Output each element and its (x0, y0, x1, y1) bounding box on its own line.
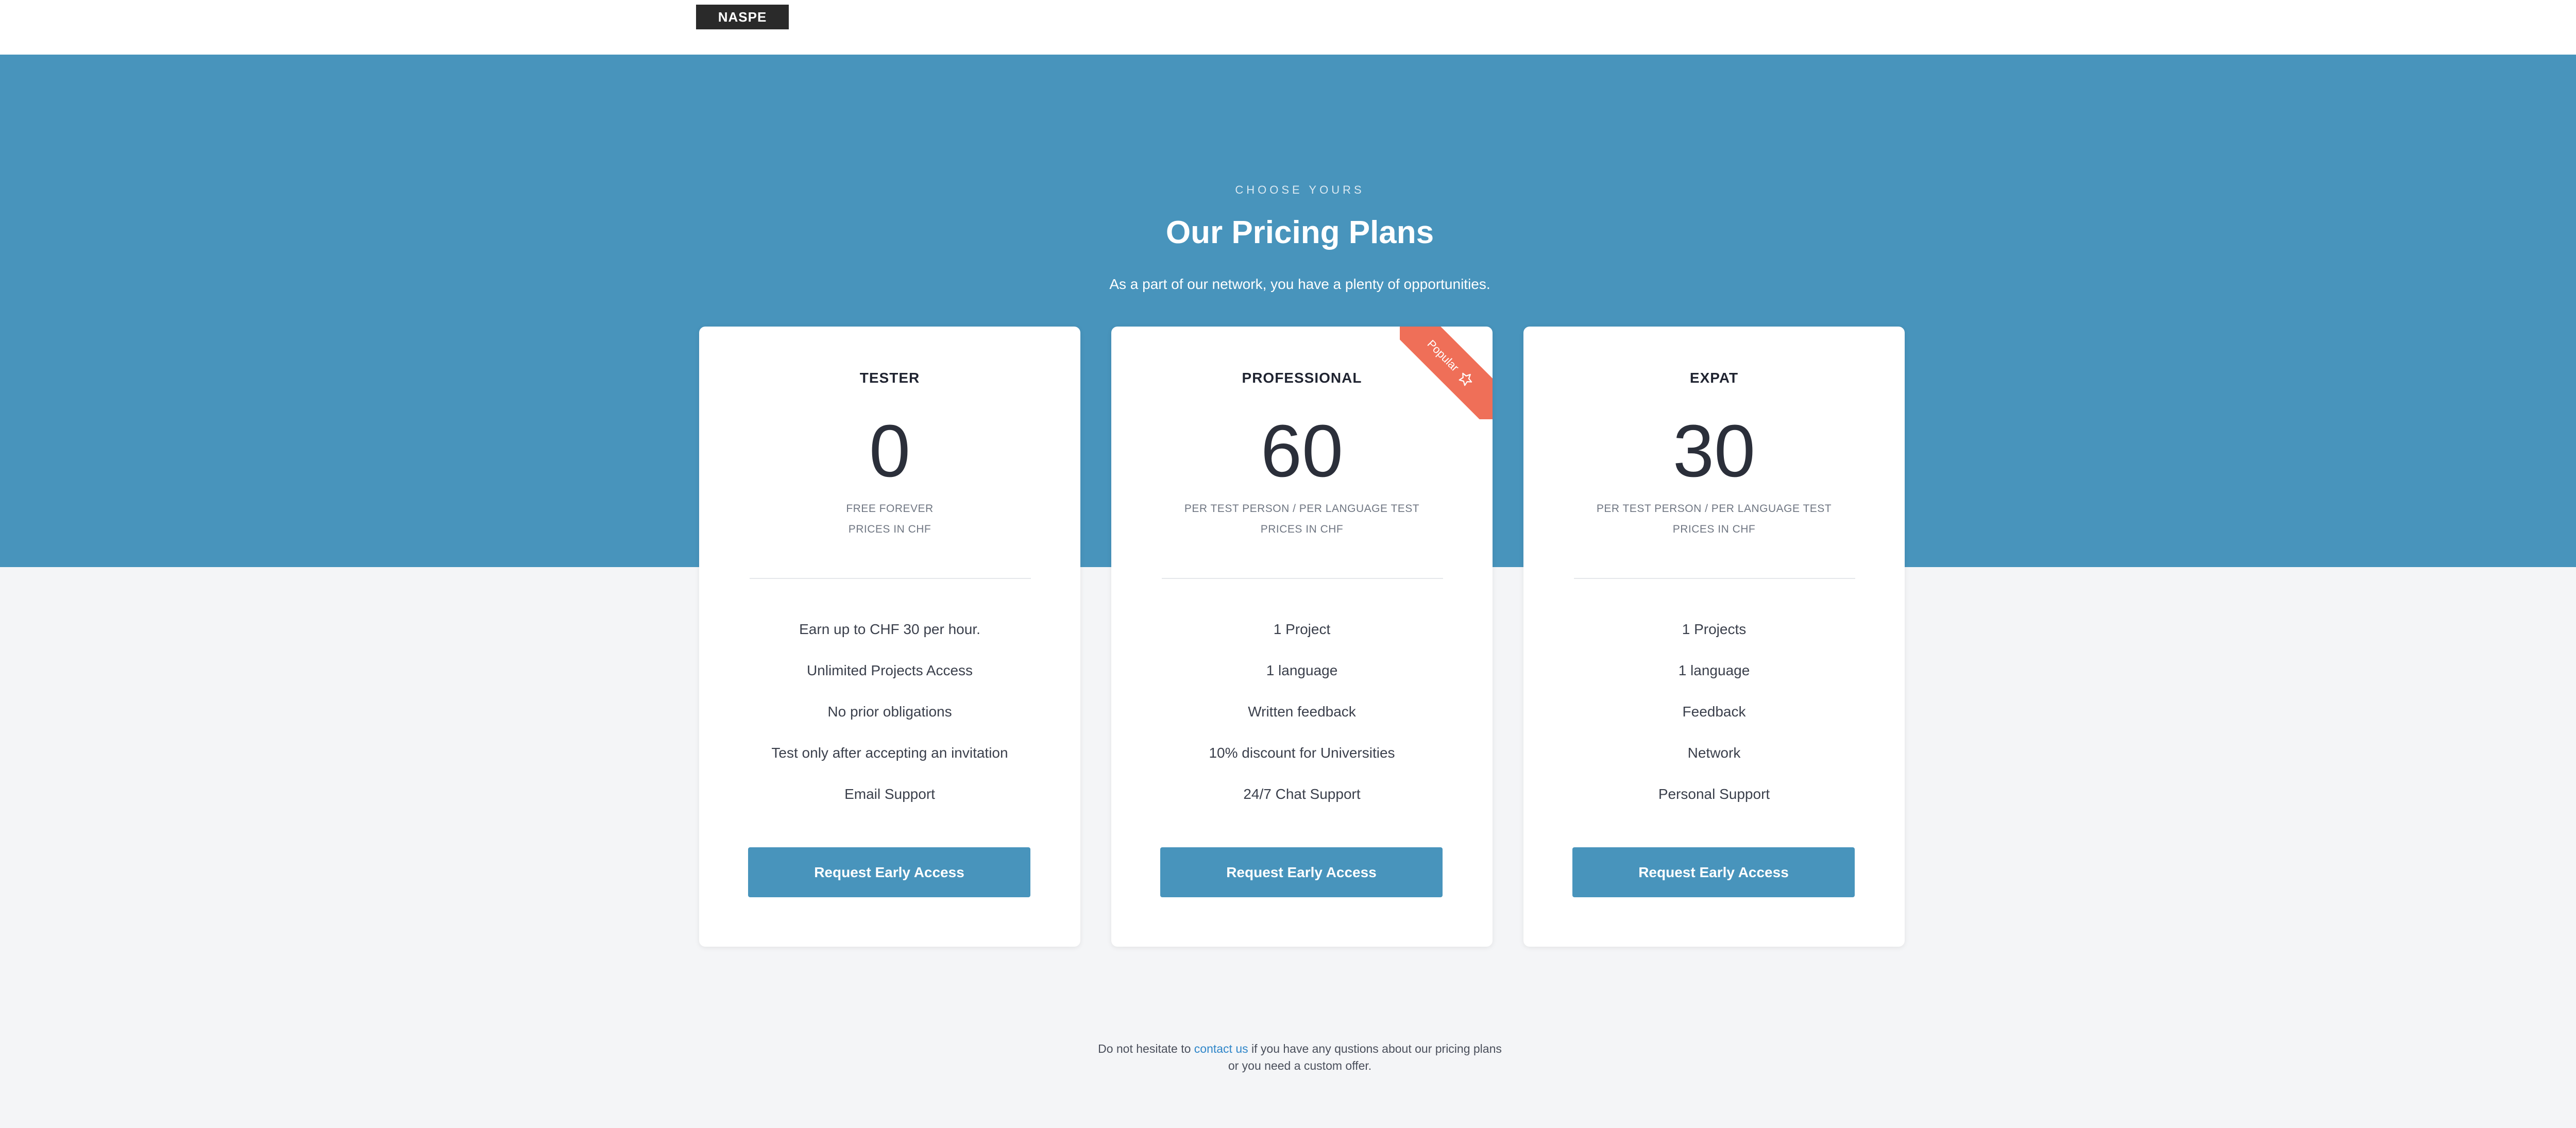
page-title: Our Pricing Plans (1165, 215, 1434, 250)
plan-currency-note: PRICES IN CHF (848, 523, 931, 535)
plan-feature: Email Support (844, 786, 935, 802)
popular-badge-label: Popular (1425, 337, 1462, 374)
plan-card-tester: TESTER 0 FREE FOREVER PRICES IN CHF Earn… (699, 327, 1080, 947)
plan-divider (1574, 578, 1855, 579)
plan-price: 60 (1260, 409, 1344, 492)
footer-note-before: Do not hesitate to (1098, 1042, 1194, 1055)
footer-contact-note: Do not hesitate to contact us if you hav… (1091, 1040, 1509, 1074)
plan-feature: Unlimited Projects Access (806, 662, 973, 678)
contact-us-link[interactable]: contact us (1194, 1042, 1248, 1055)
hero-subtitle: As a part of our network, you have a ple… (1109, 276, 1490, 292)
plan-feature: 10% discount for Universities (1209, 745, 1395, 761)
request-early-access-button[interactable]: Request Early Access (1572, 847, 1855, 897)
plan-feature: Feedback (1682, 704, 1746, 720)
plan-currency-note: PRICES IN CHF (1260, 523, 1344, 535)
plan-price-note: PER TEST PERSON / PER LANGUAGE TEST (1184, 503, 1420, 515)
plan-divider (750, 578, 1031, 579)
plan-feature: 1 language (1266, 662, 1338, 678)
plan-name: EXPAT (1689, 370, 1739, 386)
plan-feature-list: 1 Projects 1 language Feedback Network P… (1523, 609, 1905, 815)
plan-name: PROFESSIONAL (1242, 370, 1362, 386)
plan-price-note: FREE FOREVER (846, 503, 934, 515)
request-early-access-button[interactable]: Request Early Access (748, 847, 1030, 897)
top-bar: NASPE (0, 0, 2576, 55)
plan-feature: 1 Project (1273, 621, 1331, 637)
plan-price: 30 (1672, 409, 1756, 492)
footer-note-after: if you have any qustions about our prici… (1228, 1042, 1502, 1072)
plan-price-note: PER TEST PERSON / PER LANGUAGE TEST (1596, 503, 1832, 515)
plan-feature-list: Earn up to CHF 30 per hour. Unlimited Pr… (699, 609, 1080, 815)
plan-price: 0 (869, 409, 911, 492)
plan-name: TESTER (859, 370, 920, 386)
plan-feature: Written feedback (1248, 704, 1356, 720)
plan-currency-note: PRICES IN CHF (1672, 523, 1756, 535)
plan-feature: 24/7 Chat Support (1243, 786, 1361, 802)
plan-feature: Network (1687, 745, 1741, 761)
plan-feature: Test only after accepting an invitation (771, 745, 1008, 761)
plan-feature: 1 language (1678, 662, 1750, 678)
hero-eyebrow: CHOOSE YOURS (1235, 183, 1365, 196)
plan-feature: No prior obligations (827, 704, 952, 720)
plan-feature: Personal Support (1658, 786, 1770, 802)
request-early-access-button[interactable]: Request Early Access (1160, 847, 1443, 897)
plan-feature: 1 Projects (1682, 621, 1747, 637)
plan-card-expat: EXPAT 30 PER TEST PERSON / PER LANGUAGE … (1523, 327, 1905, 947)
plan-divider (1162, 578, 1443, 579)
naspe-logo[interactable]: NASPE (696, 5, 789, 29)
plan-feature-list: 1 Project 1 language Written feedback 10… (1111, 609, 1493, 815)
plan-feature: Earn up to CHF 30 per hour. (799, 621, 980, 637)
plan-card-professional: Popular PROFESSIONAL 60 PER TEST PERSON … (1111, 327, 1493, 947)
